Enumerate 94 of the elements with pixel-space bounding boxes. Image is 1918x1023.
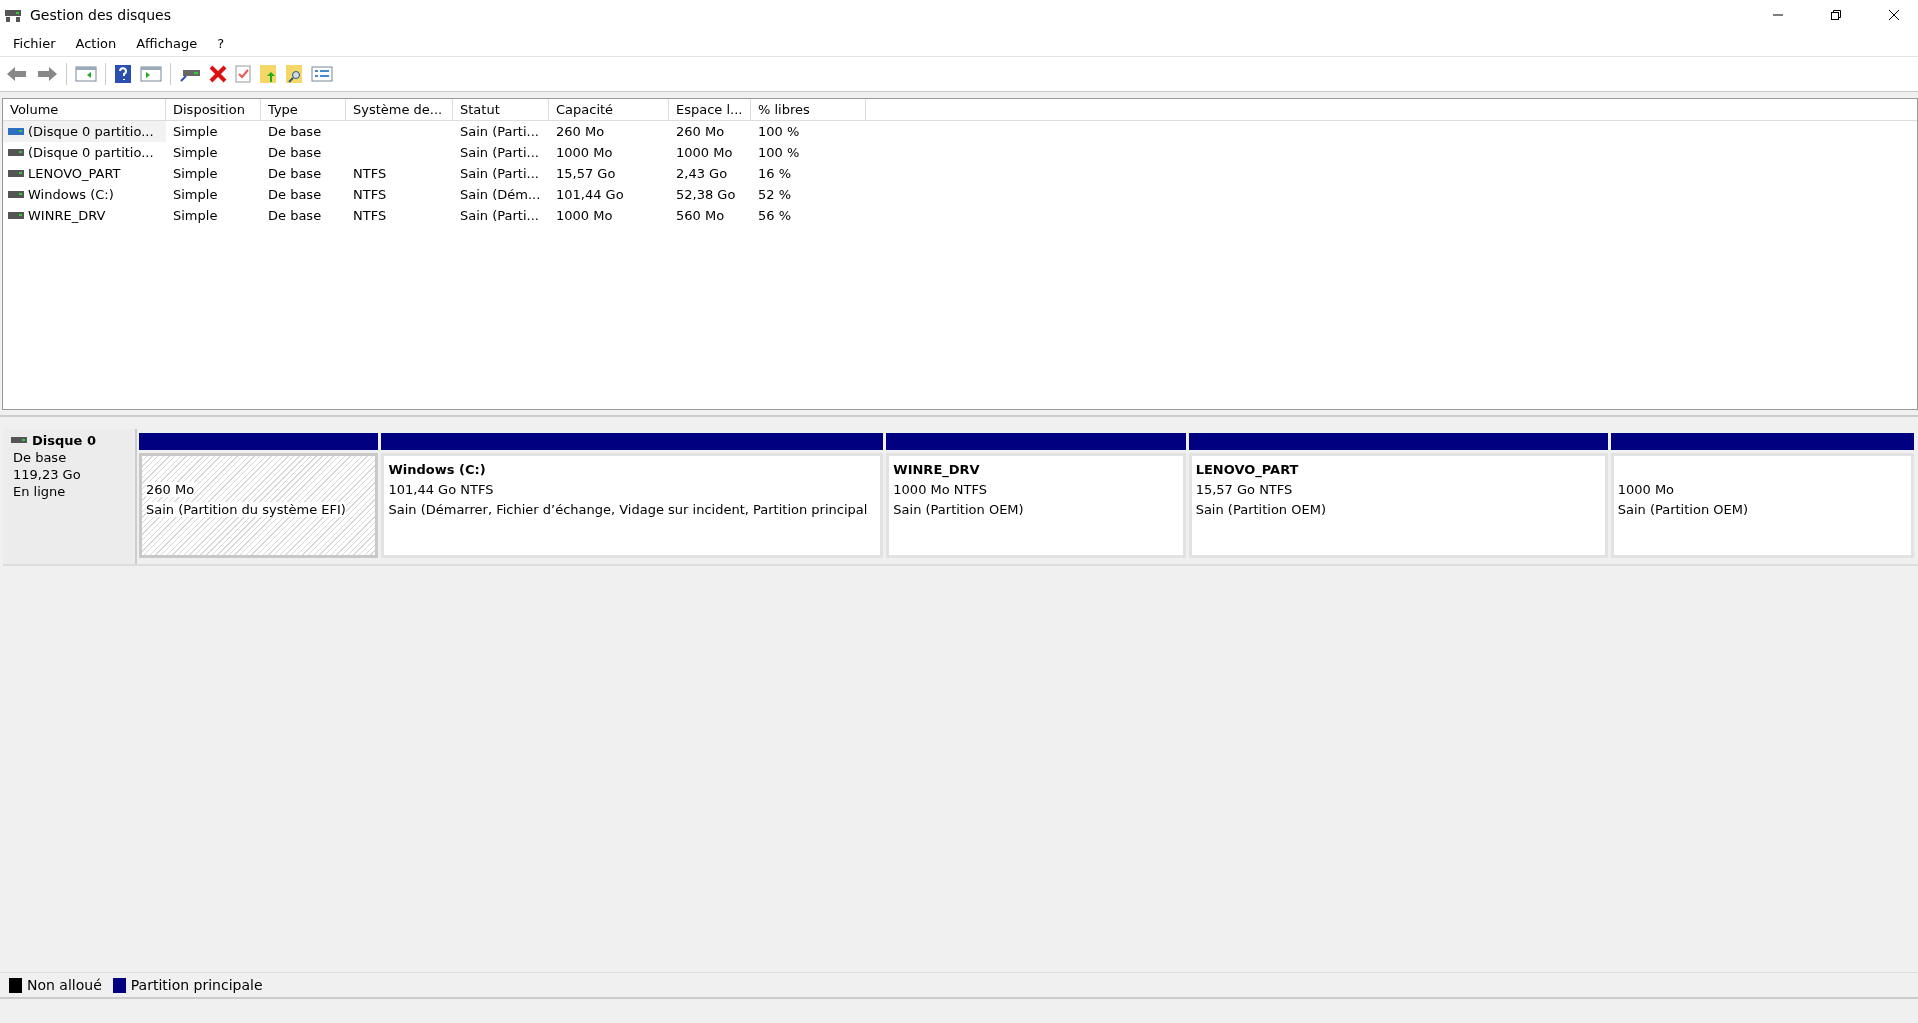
legend-label: Partition principale (130, 977, 263, 993)
table-cell: NTFS (353, 187, 387, 202)
drive-icon (8, 189, 24, 200)
partition-size: 260 Mo (146, 482, 195, 497)
disk-label-panel[interactable]: Disque 0 De base 119,23 Go En ligne (3, 429, 137, 564)
volume-cell[interactable]: (Disque 0 partitio... (3, 121, 166, 142)
table-cell: De base (268, 145, 322, 160)
partition-size: 1000 Mo NTFS (893, 482, 987, 497)
table-cell: De base (268, 187, 322, 202)
table-cell: 260 Mo (676, 124, 725, 139)
table-cell: Sain (Dém... (460, 187, 541, 202)
column-header[interactable]: Disposition (166, 99, 261, 120)
table-cell: 15,57 Go (556, 166, 616, 181)
table-cell: Sain (Parti... (460, 145, 539, 160)
folder-search-icon[interactable] (285, 64, 303, 84)
table-cell: Simple (173, 166, 218, 181)
partition-block[interactable]: 260 Mo Sain (Partition du système EFI) (139, 453, 379, 558)
window-title: Gestion des disques (30, 7, 171, 23)
table-cell: 52 % (758, 187, 792, 202)
column-header[interactable]: Espace l... (669, 99, 751, 120)
partition-status: Sain (Partition OEM) (1195, 502, 1326, 517)
table-cell: 1000 Mo (556, 208, 613, 223)
partition-block[interactable]: 1000 Mo Sain (Partition OEM) (1610, 453, 1914, 558)
table-cell: De base (268, 124, 322, 139)
close-icon[interactable] (1888, 9, 1900, 21)
partition-block[interactable]: Windows (C:) 101,44 Go NTFS Sain (Démarrer, Fichier d’échange, Vidage sur incident, Partition principal (381, 453, 884, 558)
help-icon[interactable] (114, 64, 132, 84)
table-cell: Simple (173, 145, 218, 160)
table-cell: Sain (Parti... (460, 124, 539, 139)
table-cell: NTFS (353, 166, 387, 181)
action-pane-icon[interactable] (140, 65, 162, 83)
volume-cell[interactable]: WINRE_DRV (3, 205, 166, 226)
delete-icon[interactable] (209, 65, 227, 83)
legend-label: Non alloué (27, 977, 102, 993)
table-cell: De base (268, 208, 322, 223)
table-cell: De base (268, 166, 322, 181)
table-cell: 2,43 Go (676, 166, 728, 181)
volume-cell[interactable]: LENOVO_PART (3, 163, 166, 184)
column-header[interactable]: Système de... (346, 99, 453, 120)
restore-icon[interactable] (1830, 9, 1842, 21)
table-cell: Sain (Parti... (460, 208, 539, 223)
partition-size: 1000 Mo (1617, 482, 1675, 497)
partition-size: 101,44 Go NTFS (388, 482, 494, 497)
partition-block[interactable]: WINRE_DRV 1000 Mo NTFS Sain (Partition OEM) (886, 453, 1186, 558)
disk-management-icon (4, 7, 22, 23)
volume-cell[interactable]: (Disque 0 partitio... (3, 142, 166, 163)
table-cell: 260 Mo (556, 124, 605, 139)
disk-size: 119,23 Go (13, 467, 82, 482)
table-cell: NTFS (353, 208, 387, 223)
forward-arrow-icon[interactable] (36, 65, 58, 83)
table-cell: Simple (173, 208, 218, 223)
drive-icon (8, 126, 24, 137)
column-header[interactable]: Volume (3, 99, 166, 120)
drive-icon (11, 436, 27, 445)
table-cell: Simple (173, 187, 218, 202)
menu-item[interactable]: Fichier (13, 35, 56, 51)
partition-name: Windows (C:) (388, 462, 486, 477)
table-cell: 100 % (758, 124, 800, 139)
partition-status: Sain (Partition OEM) (1617, 502, 1748, 517)
table-cell: Simple (173, 124, 218, 139)
partition-status: Sain (Démarrer, Fichier d’échange, Vidage sur incident, Partition principal (388, 502, 868, 517)
table-cell: 101,44 Go (556, 187, 624, 202)
table-cell: 1000 Mo (556, 145, 613, 160)
drive-icon (8, 168, 24, 179)
partition-size: 15,57 Go NTFS (1195, 482, 1293, 497)
column-header[interactable]: % libres (751, 99, 866, 120)
volume-cell[interactable]: Windows (C:) (3, 184, 166, 205)
table-cell: Sain (Parti... (460, 166, 539, 181)
table-cell: 52,38 Go (676, 187, 736, 202)
column-header[interactable]: Capacité (549, 99, 669, 120)
disk-type: De base (13, 450, 68, 465)
menu-item[interactable]: ? (217, 35, 225, 51)
table-cell: 56 % (758, 208, 792, 223)
checklist-icon[interactable] (235, 65, 251, 83)
partition-name: LENOVO_PART (1195, 462, 1299, 477)
drive-icon (8, 210, 24, 221)
menu-item[interactable]: Affichage (136, 35, 198, 51)
column-header[interactable]: Statut (453, 99, 549, 120)
disk-name: Disque 0 (32, 433, 96, 448)
back-arrow-icon[interactable] (6, 65, 28, 83)
table-cell: 560 Mo (676, 208, 725, 223)
menu-item[interactable]: Action (75, 35, 117, 51)
table-cell: 16 % (758, 166, 792, 181)
partition-status: Sain (Partition OEM) (893, 502, 1024, 517)
properties-icon[interactable] (311, 65, 333, 83)
drive-icon (8, 147, 24, 158)
table-cell: 100 % (758, 145, 800, 160)
console-tree-icon[interactable] (75, 65, 97, 83)
partition-name: WINRE_DRV (893, 462, 980, 477)
partition-status: Sain (Partition du système EFI) (146, 502, 346, 517)
column-header[interactable]: Type (261, 99, 346, 120)
partition-block[interactable]: LENOVO_PART 15,57 Go NTFS Sain (Partition OEM) (1188, 453, 1608, 558)
disk-status: En ligne (13, 484, 67, 499)
table-cell: 1000 Mo (676, 145, 733, 160)
